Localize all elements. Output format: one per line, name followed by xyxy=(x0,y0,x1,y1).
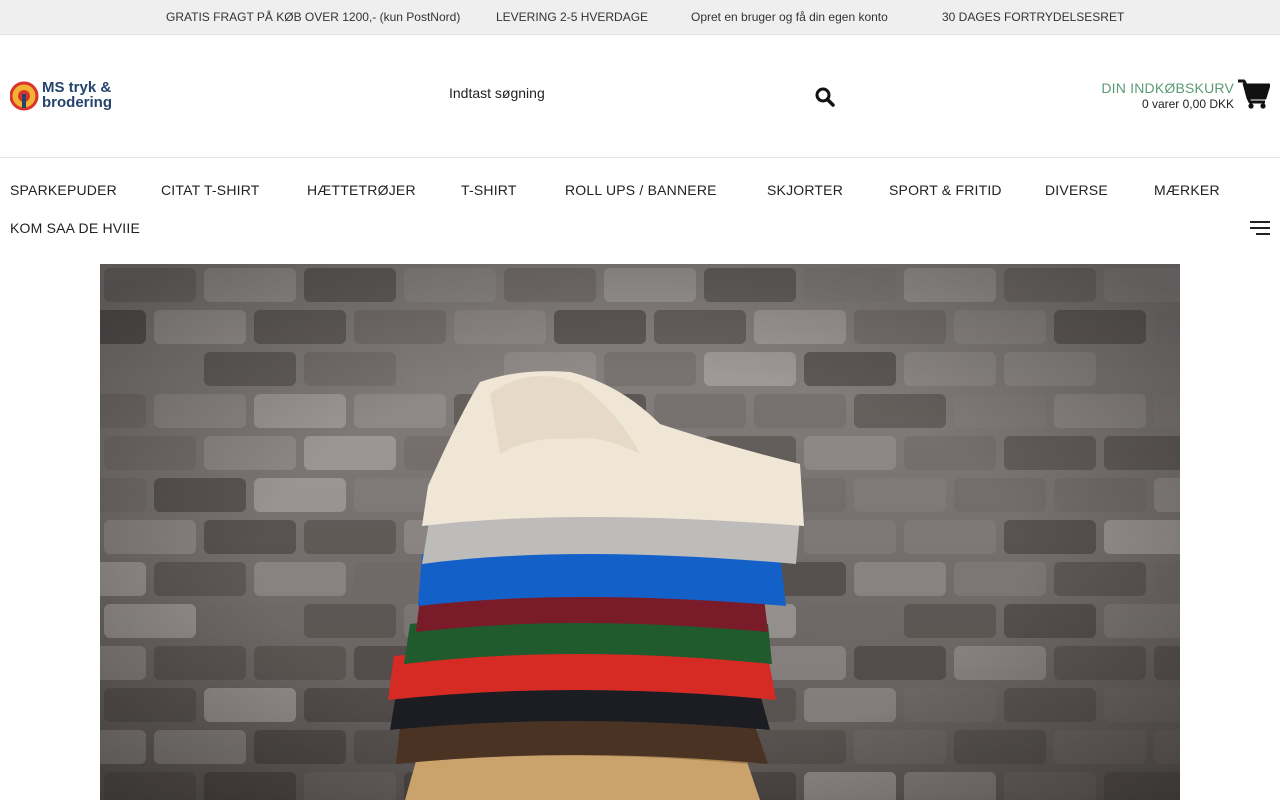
search-input[interactable] xyxy=(449,85,789,101)
nav-item-sport-fritid[interactable]: SPORT & FRITID xyxy=(889,182,1002,198)
cart-icon xyxy=(1238,79,1270,109)
hamburger-menu-icon[interactable] xyxy=(1250,221,1270,237)
cart-title: DIN INDKØBSKURV xyxy=(1101,80,1234,96)
nav-item-t-shirt[interactable]: T-SHIRT xyxy=(461,182,517,198)
cart-button[interactable]: DIN INDKØBSKURV 0 varer 0,00 DKK xyxy=(1070,79,1270,111)
nav-item-maerker[interactable]: MÆRKER xyxy=(1154,182,1220,198)
nav-item-kom-saa-de-hviie[interactable]: KOM SAA DE HVIIE xyxy=(10,220,140,236)
nav-item-citat-t-shirt[interactable]: CITAT T-SHIRT xyxy=(161,182,260,198)
cart-summary: 0 varer 0,00 DKK xyxy=(1141,97,1234,111)
logo-emblem-icon xyxy=(10,81,39,111)
promo-return-policy: 30 DAGES FORTRYDELSESRET xyxy=(942,10,1125,24)
nav-item-diverse[interactable]: DIVERSE xyxy=(1045,182,1108,198)
hero-illustration xyxy=(100,264,1180,800)
site-header: MS tryk & brodering DIN INDKØBSKURV 0 va… xyxy=(0,35,1280,158)
nav-item-sparkepuder[interactable]: SPARKEPUDER xyxy=(10,182,117,198)
hero-image xyxy=(100,264,1180,800)
promo-delivery: LEVERING 2-5 HVERDAGE xyxy=(496,10,649,24)
promo-create-account[interactable]: Opret en bruger og få din egen konto xyxy=(691,10,888,24)
nav-item-skjorter[interactable]: SKJORTER xyxy=(767,182,843,198)
logo-text: MS tryk & brodering xyxy=(42,79,112,111)
promo-free-shipping: GRATIS FRAGT PÅ KØB OVER 1200,- (kun Pos… xyxy=(166,10,461,24)
promo-bar: GRATIS FRAGT PÅ KØB OVER 1200,- (kun Pos… xyxy=(0,0,1280,35)
nav-item-roll-ups-bannere[interactable]: ROLL UPS / BANNERE xyxy=(565,182,717,198)
search-button[interactable] xyxy=(815,87,835,109)
main-navigation: SPARKEPUDER CITAT T-SHIRT HÆTTETRØJER T-… xyxy=(0,158,1280,248)
nav-item-haettetrojer[interactable]: HÆTTETRØJER xyxy=(307,182,416,198)
search-icon xyxy=(815,87,835,107)
search-form xyxy=(449,75,849,117)
site-logo[interactable]: MS tryk & brodering xyxy=(10,79,112,112)
